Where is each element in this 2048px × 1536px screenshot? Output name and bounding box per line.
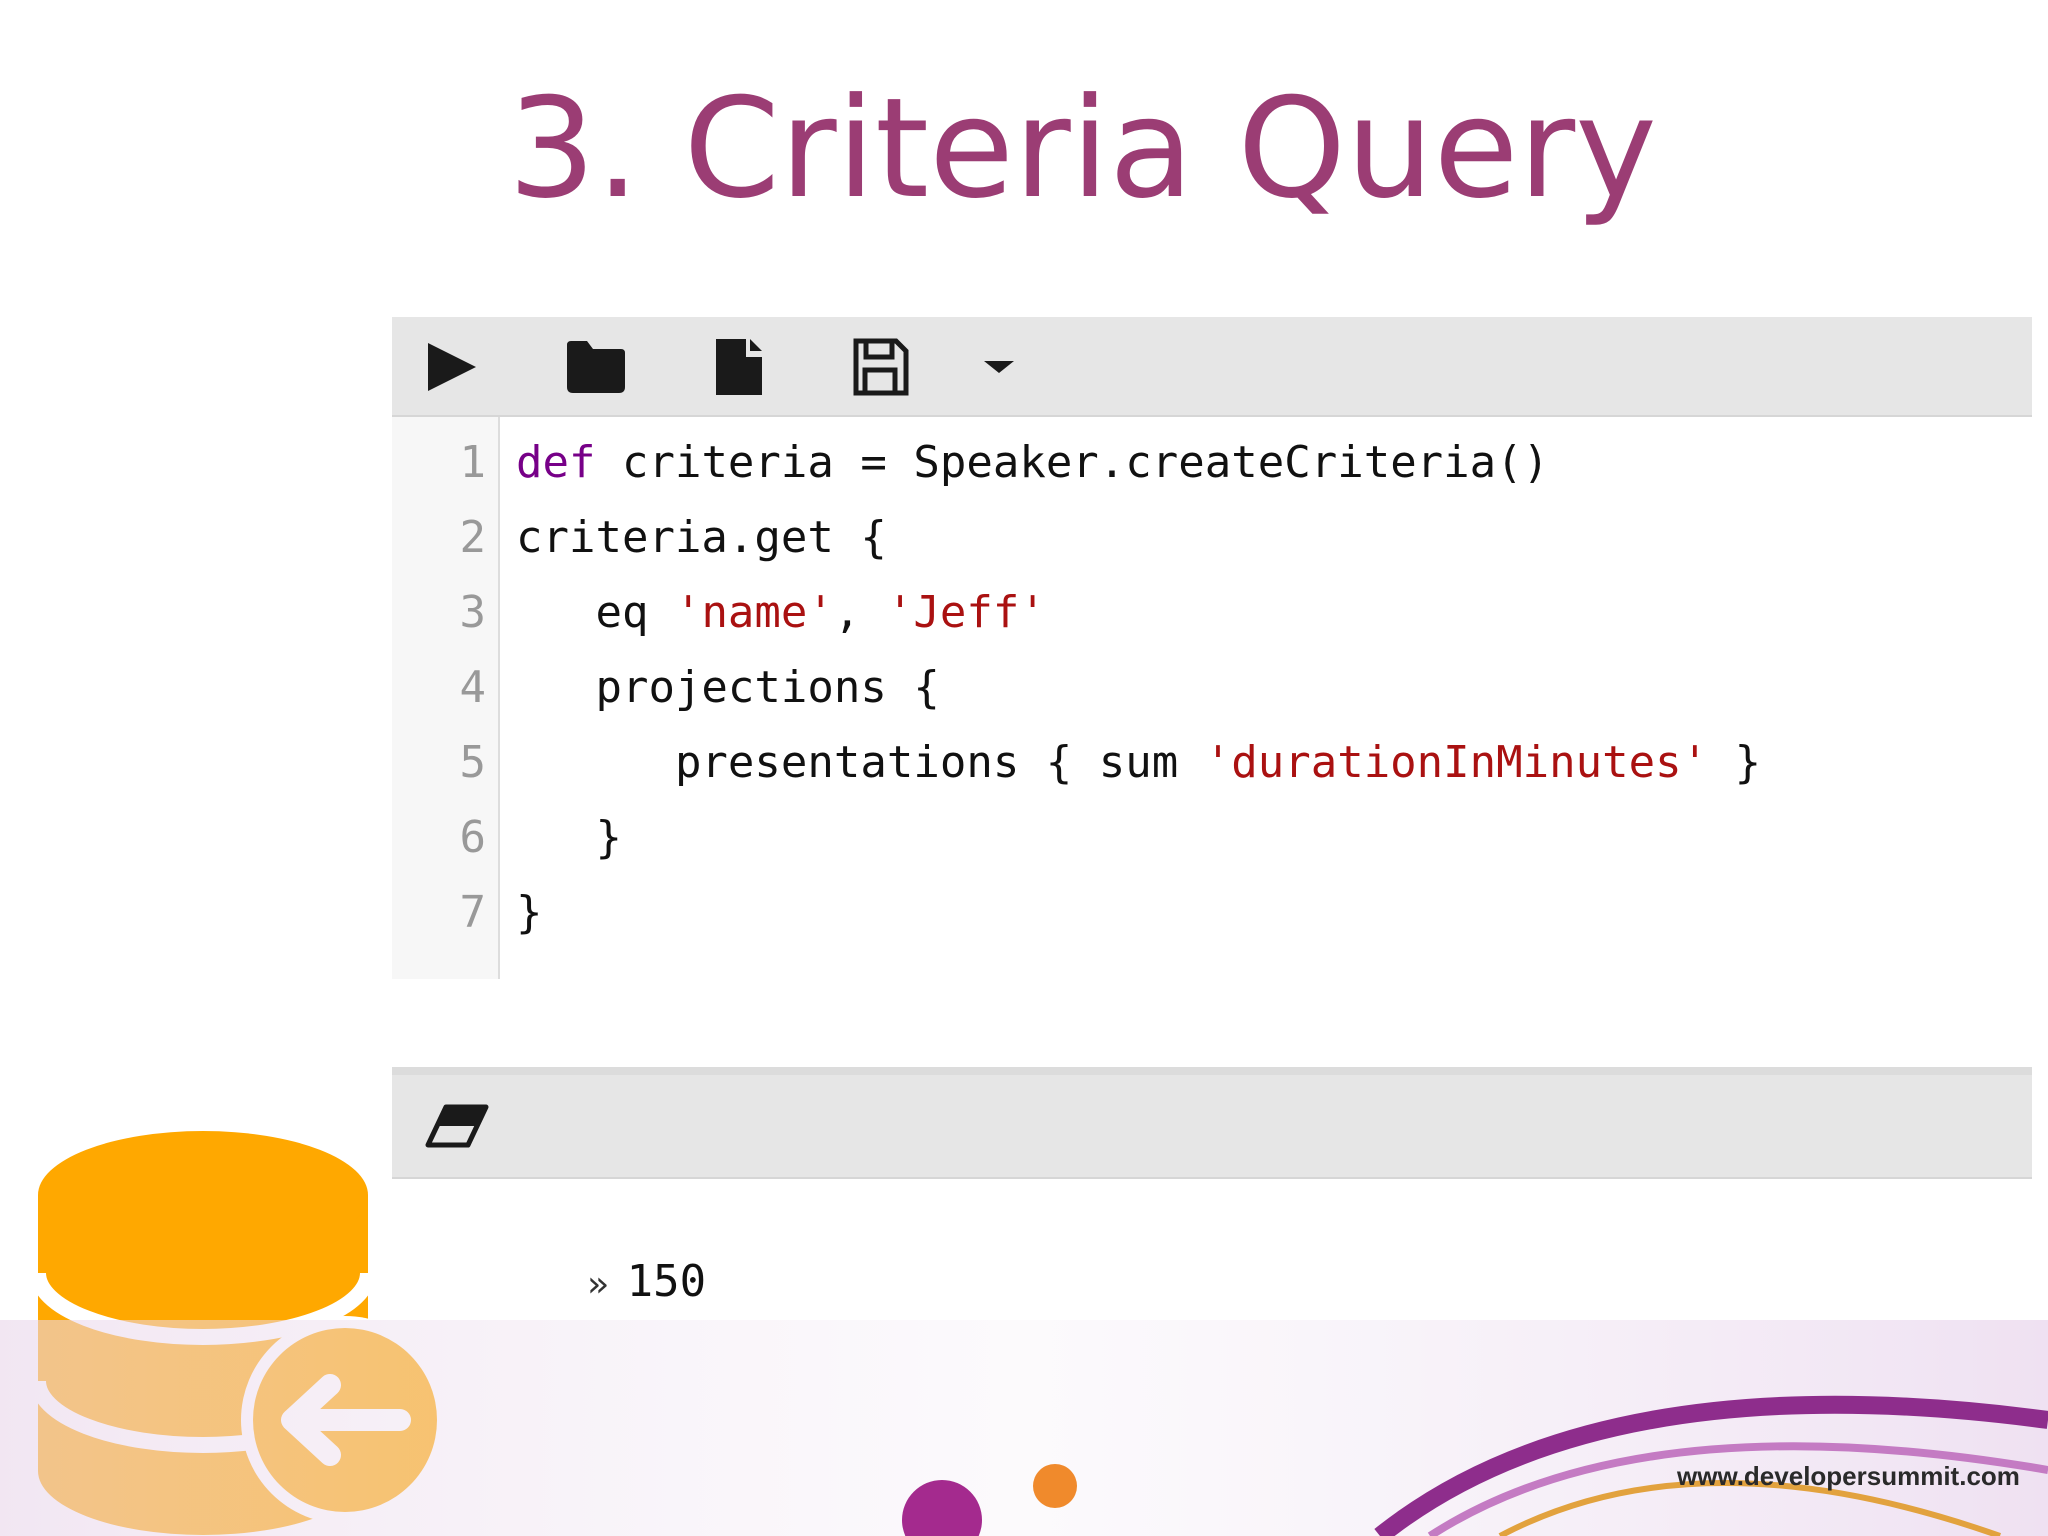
- options-dropdown-button[interactable]: [969, 337, 1029, 397]
- line-number: 2: [459, 512, 487, 563]
- line-number: 3: [459, 587, 487, 638]
- folder-icon: [567, 341, 625, 393]
- code-token: ,: [833, 587, 887, 638]
- code-token: }: [516, 887, 543, 938]
- new-file-button[interactable]: [708, 337, 768, 397]
- slide-title: 3. Criteria Query: [508, 68, 1657, 229]
- line-number: 7: [459, 887, 487, 938]
- line-number: 5: [459, 737, 487, 788]
- line-number: 4: [459, 662, 487, 713]
- code-token: eq: [516, 587, 675, 638]
- code-token: presentations { sum: [516, 737, 1205, 788]
- code-token: criteria = Speaker.createCriteria(): [595, 437, 1550, 488]
- code-editor[interactable]: 1 2 3 4 5 6 7 def criteria = Speaker.createCri…: [392, 417, 2032, 1307]
- code-line: presentations { sum 'durationInMinutes' …: [516, 725, 1761, 800]
- line-number-gutter: 1 2 3 4 5 6 7: [392, 417, 500, 979]
- open-button[interactable]: [565, 337, 625, 397]
- code-string: 'name': [674, 587, 834, 638]
- console-toolbar: [392, 317, 2032, 417]
- line-number: 1: [459, 437, 487, 488]
- run-button[interactable]: [422, 337, 482, 397]
- code-line: projections {: [516, 650, 940, 725]
- footer-url: www.developersummit.com: [1677, 1461, 2020, 1491]
- code-line: def criteria = Speaker.createCriteria(): [516, 425, 1549, 500]
- file-icon: [716, 339, 762, 395]
- code-keyword: def: [516, 437, 596, 488]
- code-token: criteria.get {: [516, 512, 887, 563]
- code-line: criteria.get {: [516, 500, 887, 575]
- groovy-console: 1 2 3 4 5 6 7 def criteria = Speaker.createCri…: [392, 317, 2032, 1307]
- line-number: 6: [459, 812, 487, 863]
- save-icon: [853, 338, 909, 396]
- code-token: }: [516, 812, 622, 863]
- code-string: 'Jeff': [886, 587, 1046, 638]
- code-token: projections {: [516, 662, 940, 713]
- save-button[interactable]: [850, 337, 910, 397]
- dropdown-caret-icon: [984, 361, 1014, 373]
- code-token: }: [1708, 737, 1762, 788]
- code-line: }: [516, 875, 543, 950]
- code-line: }: [516, 800, 622, 875]
- run-icon: [428, 343, 476, 391]
- output-toolbar: [392, 1067, 2032, 1179]
- code-line: eq 'name', 'Jeff': [516, 575, 1046, 650]
- code-string: 'durationInMinutes': [1204, 737, 1709, 788]
